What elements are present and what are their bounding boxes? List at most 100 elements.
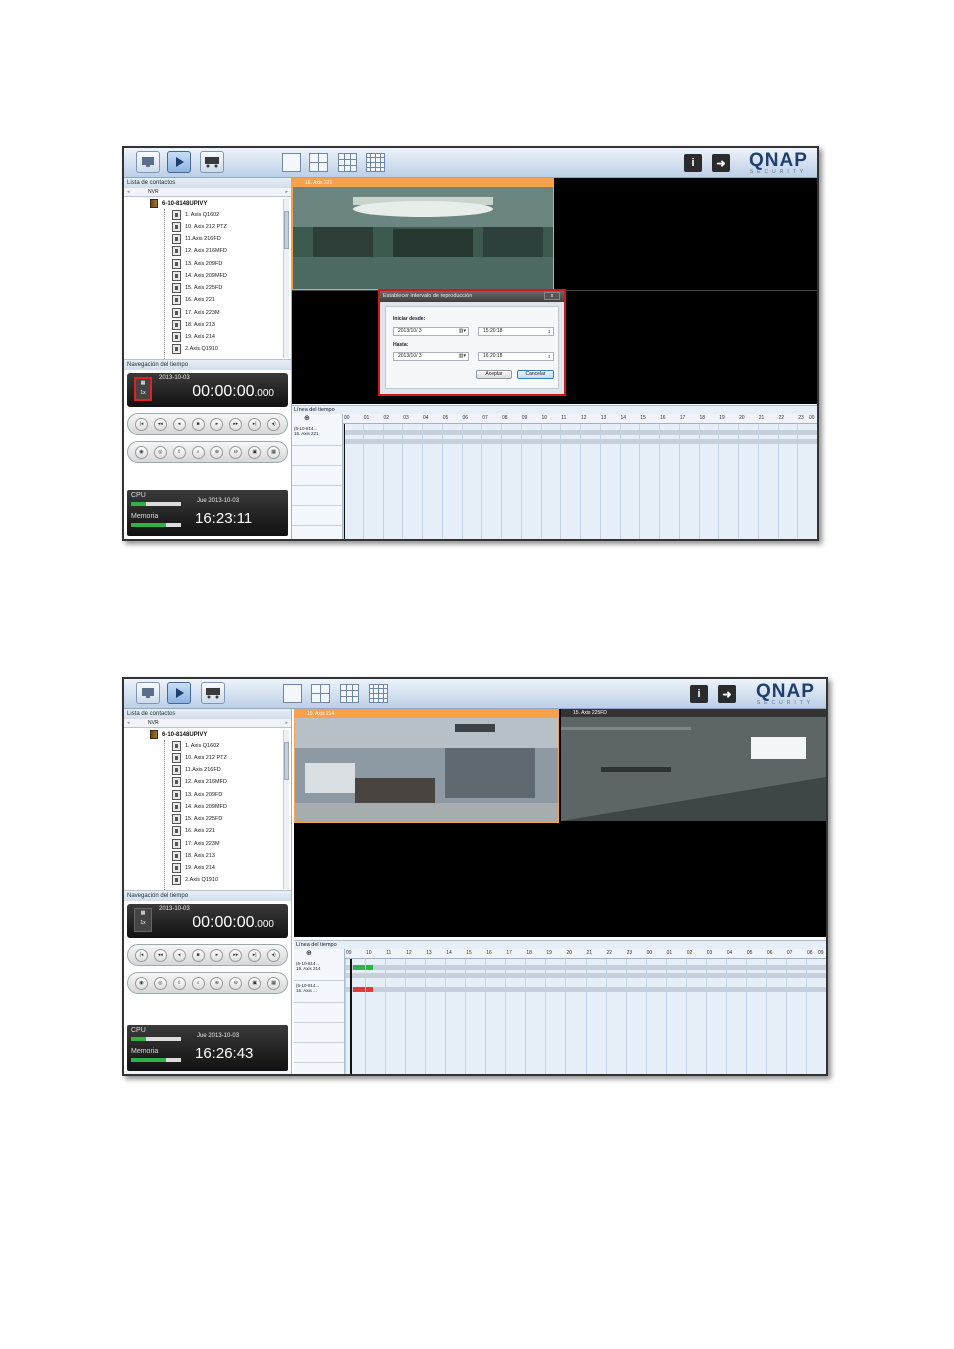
video-cell-1[interactable]: 19. Axis 214 bbox=[294, 709, 559, 823]
nvr-node[interactable]: 6-10-8148UPIVY bbox=[150, 730, 207, 739]
camera-item[interactable]: 12. Axis 216MFD bbox=[172, 777, 227, 787]
layout-3x3-icon[interactable] bbox=[338, 153, 357, 172]
zoom-icon[interactable]: ⊕ bbox=[294, 949, 344, 957]
camera-item[interactable]: 1. Axis Q1602 bbox=[172, 210, 219, 220]
camera-item[interactable]: 15. Axis 225FD bbox=[172, 814, 222, 824]
zoom-in-icon[interactable]: ⊕ bbox=[210, 445, 224, 459]
step-back-icon[interactable]: ◂ bbox=[172, 948, 186, 962]
camera-item[interactable]: 10. Axis 212 PTZ bbox=[172, 222, 227, 232]
camera-item[interactable]: 13. Axis 209FD bbox=[172, 259, 222, 269]
cancel-button[interactable]: Cancelar bbox=[517, 370, 554, 379]
skip-start-icon[interactable]: |◂ bbox=[134, 417, 148, 431]
layout-3x3-icon[interactable] bbox=[340, 684, 359, 703]
user-logout-icon[interactable]: ➜ bbox=[718, 685, 736, 703]
info-icon[interactable]: i bbox=[684, 154, 702, 172]
stop-icon[interactable]: ■ bbox=[191, 948, 205, 962]
grid-icon[interactable]: ▦ bbox=[267, 445, 281, 459]
from-date-field[interactable]: 2013/10/ 3 ▥▾ bbox=[393, 327, 469, 336]
camera-item[interactable]: 14. Axis 209MFD bbox=[172, 802, 227, 812]
tree-scrollbar[interactable] bbox=[283, 199, 289, 358]
layout-2x2-icon[interactable] bbox=[311, 684, 330, 703]
volume-icon[interactable]: ◂) bbox=[267, 948, 281, 962]
to-date-field[interactable]: 2013/10/ 3 ▥▾ bbox=[393, 352, 469, 361]
camera-item[interactable]: 18. Axis 213 bbox=[172, 851, 215, 861]
play-icon[interactable]: ▸ bbox=[210, 417, 224, 431]
camera-item[interactable]: 17. Axis 223M bbox=[172, 839, 220, 849]
camera-item[interactable]: 15. Axis 225FD bbox=[172, 283, 222, 293]
camera-item[interactable]: 10. Axis 212 PTZ bbox=[172, 753, 227, 763]
snapshot-icon[interactable]: ▣ bbox=[248, 445, 262, 459]
volume-icon[interactable]: ◂) bbox=[267, 417, 281, 431]
nvr-tab[interactable]: NVR ◂ ▸ bbox=[124, 188, 291, 197]
close-icon[interactable]: x bbox=[544, 292, 560, 300]
skip-start-icon[interactable]: |◂ bbox=[134, 948, 148, 962]
camera-item[interactable]: 11.Axis 216FD bbox=[172, 765, 221, 775]
info-icon[interactable]: i bbox=[690, 685, 708, 703]
playback-icon[interactable] bbox=[167, 682, 191, 704]
export-icon[interactable]: ⇧ bbox=[172, 976, 186, 990]
monitor-icon[interactable] bbox=[136, 682, 160, 704]
settings-icon[interactable] bbox=[201, 682, 225, 704]
marker-list-icon[interactable]: ◎ bbox=[153, 445, 167, 459]
nvr-node[interactable]: 6-10-8148UPIVY bbox=[150, 199, 207, 208]
rewind-icon[interactable]: ◂◂ bbox=[153, 417, 167, 431]
play-icon[interactable]: ▸ bbox=[210, 948, 224, 962]
search-icon[interactable]: ⌕ bbox=[191, 976, 205, 990]
fast-forward-icon[interactable]: ▸▸ bbox=[229, 417, 243, 431]
grid-icon[interactable]: ▦ bbox=[267, 976, 281, 990]
monitor-icon[interactable] bbox=[136, 151, 160, 173]
fast-forward-icon[interactable]: ▸▸ bbox=[229, 948, 243, 962]
timeline-ruler[interactable]: 00 01 02 03 04 05 06 07 08 09 10 11 12 13 14 15 16 17 18 19… bbox=[343, 414, 817, 424]
skip-end-icon[interactable]: ▸| bbox=[248, 417, 262, 431]
zoom-icon[interactable]: ⊕ bbox=[292, 414, 342, 422]
rewind-icon[interactable]: ◂◂ bbox=[153, 948, 167, 962]
snapshot-icon[interactable]: ▣ bbox=[248, 976, 262, 990]
layout-4x4-icon[interactable] bbox=[366, 153, 385, 172]
camera-item[interactable]: 19. Axis 214 bbox=[172, 332, 215, 342]
video-cell-1[interactable]: 16. Axis 221 bbox=[292, 178, 554, 290]
camera-item[interactable]: 13. Axis 209FD bbox=[172, 790, 222, 800]
export-icon[interactable]: ⇧ bbox=[172, 445, 186, 459]
user-logout-icon[interactable]: ➜ bbox=[712, 154, 730, 172]
camera-item[interactable]: 14. Axis 209MFD bbox=[172, 271, 227, 281]
from-time-field[interactable]: 15:20:18 ⇕ bbox=[478, 327, 554, 336]
to-time-field[interactable]: 16:20:18 ⇕ bbox=[478, 352, 554, 361]
skip-end-icon[interactable]: ▸| bbox=[248, 948, 262, 962]
camera-item[interactable]: 16. Axis 221 bbox=[172, 295, 215, 305]
zoom-in-icon[interactable]: ⊕ bbox=[210, 976, 224, 990]
marker-list-icon[interactable]: ◎ bbox=[153, 976, 167, 990]
zoom-out-icon[interactable]: ⊖ bbox=[229, 976, 243, 990]
video-cell-2[interactable] bbox=[555, 178, 817, 290]
camera-item[interactable]: 17. Axis 223M bbox=[172, 308, 220, 318]
calendar-icon[interactable]: ▦ 1x bbox=[134, 377, 152, 401]
video-cell-4[interactable] bbox=[561, 825, 826, 937]
layout-2x2-icon[interactable] bbox=[309, 153, 328, 172]
layout-4x4-icon[interactable] bbox=[369, 684, 388, 703]
layout-1x1-icon[interactable] bbox=[283, 684, 302, 703]
timeline-cursor[interactable] bbox=[350, 959, 352, 1074]
stop-icon[interactable]: ■ bbox=[191, 417, 205, 431]
camera-item[interactable]: 12. Axis 216MFD bbox=[172, 246, 227, 256]
marker-icon[interactable]: ◉ bbox=[134, 445, 148, 459]
timeline-ruler[interactable]: 09 10 11 12 13 14 15 16 17 18 19 20 21 22 23 00 01 02 03 04… bbox=[345, 949, 826, 959]
tree-scrollbar[interactable] bbox=[283, 730, 289, 889]
settings-icon[interactable] bbox=[200, 151, 224, 173]
camera-item[interactable]: 18. Axis 213 bbox=[172, 320, 215, 330]
camera-item[interactable]: 11.Axis 216FD bbox=[172, 234, 221, 244]
camera-item[interactable]: 19. Axis 214 bbox=[172, 863, 215, 873]
accept-button[interactable]: Aceptar bbox=[476, 370, 512, 379]
playback-icon[interactable] bbox=[167, 151, 191, 173]
nvr-tab[interactable]: NVR ◂ ▸ bbox=[124, 719, 291, 728]
video-cell-2[interactable]: 15. Axis 225FD bbox=[561, 709, 826, 823]
layout-1x1-icon[interactable] bbox=[282, 153, 301, 172]
camera-item[interactable]: 2.Axis Q1910 bbox=[172, 344, 218, 354]
marker-icon[interactable]: ◉ bbox=[134, 976, 148, 990]
video-cell-3[interactable] bbox=[294, 825, 559, 937]
zoom-out-icon[interactable]: ⊖ bbox=[229, 445, 243, 459]
camera-item[interactable]: 2.Axis Q1910 bbox=[172, 875, 218, 885]
search-icon[interactable]: ⌕ bbox=[191, 445, 205, 459]
calendar-icon[interactable]: ▦ 1x bbox=[134, 908, 152, 932]
camera-item[interactable]: 16. Axis 221 bbox=[172, 826, 215, 836]
camera-item[interactable]: 1. Axis Q1602 bbox=[172, 741, 219, 751]
step-back-icon[interactable]: ◂ bbox=[172, 417, 186, 431]
